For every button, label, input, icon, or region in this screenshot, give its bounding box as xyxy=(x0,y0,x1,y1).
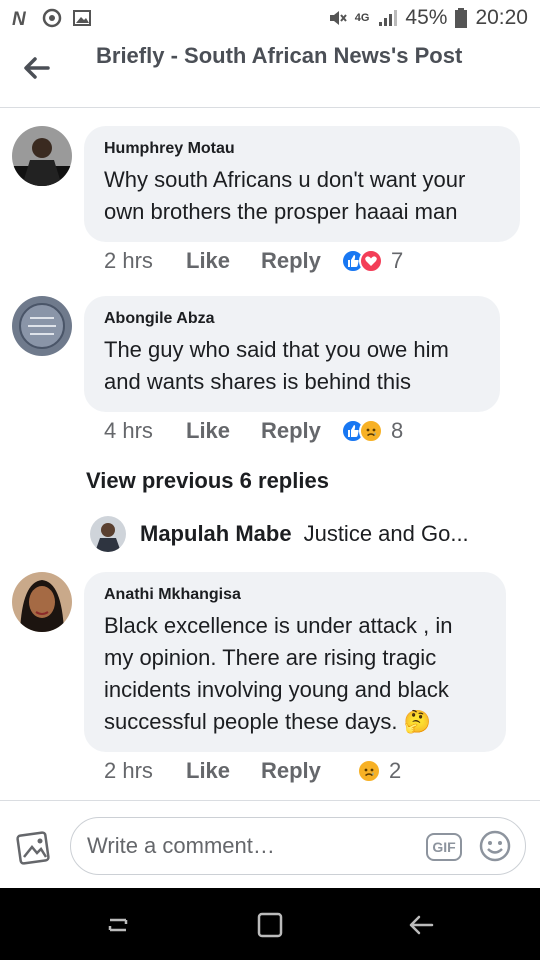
comment-composer: GIF xyxy=(0,800,540,888)
like-button[interactable]: Like xyxy=(186,418,261,444)
like-button[interactable]: Like xyxy=(186,758,261,784)
reply-author[interactable]: Mapulah Mabe xyxy=(140,521,292,547)
system-back-button[interactable] xyxy=(406,910,436,940)
signal-icon xyxy=(379,10,398,26)
status-bar: N 4G 45% 20:20 xyxy=(0,0,540,38)
sad-reaction-icon xyxy=(357,759,381,783)
photo-icon xyxy=(16,831,50,865)
reply-text: Justice and Go... xyxy=(303,521,469,546)
n-app-icon: N xyxy=(12,9,27,28)
comment-actions: 4 hrs Like Reply 8 xyxy=(104,418,403,444)
comment-author[interactable]: Abongile Abza xyxy=(104,308,480,330)
comment-time[interactable]: 4 hrs xyxy=(104,418,186,444)
reaction-count: 2 xyxy=(389,758,402,783)
comment-text: The guy who said that you owe him and wa… xyxy=(104,337,449,394)
battery-percent: 45% xyxy=(405,6,448,29)
reaction-count: 7 xyxy=(391,248,404,273)
reactions[interactable]: 2 xyxy=(357,758,401,784)
love-reaction-icon xyxy=(359,249,383,273)
reaction-count: 8 xyxy=(391,418,404,443)
arrow-left-icon xyxy=(24,57,50,79)
reply-button[interactable]: Reply xyxy=(261,418,341,444)
avatar[interactable] xyxy=(12,126,72,186)
back-button[interactable] xyxy=(18,52,54,84)
recent-apps-button[interactable] xyxy=(104,910,134,940)
comment-bubble[interactable]: Anathi Mkhangisa Black excellence is und… xyxy=(84,572,506,752)
battery-icon xyxy=(455,8,468,28)
comment-text: Why south Africans u don't want your own… xyxy=(104,167,466,224)
view-previous-replies-link[interactable]: View previous 6 replies xyxy=(86,468,329,494)
comment-bubble[interactable]: Abongile Abza The guy who said that you … xyxy=(84,296,500,412)
reactions[interactable]: 8 xyxy=(341,418,403,444)
comment-actions: 2 hrs Like Reply 7 xyxy=(104,248,403,274)
network-type: 4G xyxy=(354,12,370,24)
recent-apps-icon xyxy=(108,918,128,932)
comment-bubble[interactable]: Humphrey Motau Why south Africans u don'… xyxy=(84,126,520,242)
home-icon xyxy=(257,912,283,938)
comment-time[interactable]: 2 hrs xyxy=(104,248,186,274)
comment-time[interactable]: 2 hrs xyxy=(104,758,186,784)
svg-text:N: N xyxy=(12,9,27,28)
gallery-icon xyxy=(73,10,91,26)
reply-button[interactable]: Reply xyxy=(261,758,341,784)
emoji-button[interactable] xyxy=(478,829,512,863)
header: Briefly - South African News's Post xyxy=(0,38,540,108)
smiley-icon xyxy=(479,830,511,862)
back-icon xyxy=(409,915,434,935)
comment-text: Black excellence is under attack , in my… xyxy=(104,613,453,734)
comment-author[interactable]: Anathi Mkhangisa xyxy=(104,584,486,606)
sad-reaction-icon xyxy=(359,419,383,443)
page-title: Briefly - South African News's Post xyxy=(96,43,463,68)
comment-author[interactable]: Humphrey Motau xyxy=(104,138,500,160)
gif-button[interactable]: GIF xyxy=(426,833,462,861)
reactions[interactable]: 7 xyxy=(341,248,403,274)
home-button[interactable] xyxy=(255,910,285,940)
photo-button[interactable] xyxy=(14,827,54,867)
avatar[interactable] xyxy=(12,572,72,632)
reply-preview[interactable]: Mapulah Mabe Justice and Go... xyxy=(90,516,494,552)
comment-actions: 2 hrs Like Reply 2 xyxy=(104,758,401,784)
reply-button[interactable]: Reply xyxy=(261,248,341,274)
chrome-icon xyxy=(42,8,62,28)
system-nav-bar xyxy=(0,888,540,960)
clock: 20:20 xyxy=(475,6,528,29)
mute-icon xyxy=(329,11,347,25)
like-button[interactable]: Like xyxy=(186,248,261,274)
avatar[interactable] xyxy=(12,296,72,356)
avatar[interactable] xyxy=(90,516,126,552)
